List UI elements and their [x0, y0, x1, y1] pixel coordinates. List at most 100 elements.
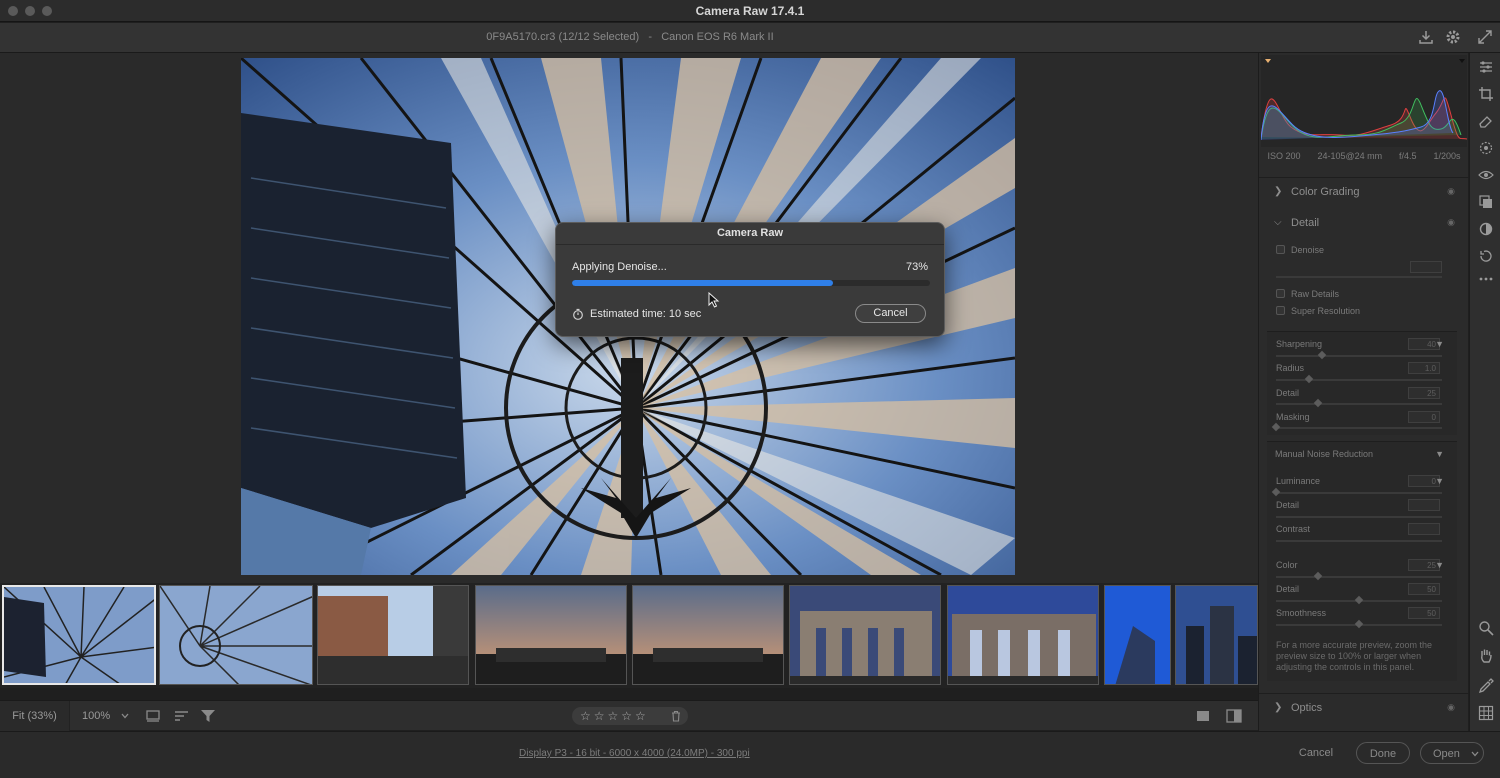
manual-nr-label: Manual Noise Reduction	[1275, 449, 1374, 459]
super-resolution-checkbox[interactable]	[1276, 306, 1285, 315]
save-icon[interactable]	[1419, 29, 1433, 45]
sharpening-slider[interactable]	[1276, 350, 1442, 360]
color-detail-slider[interactable]	[1276, 595, 1442, 605]
triangle-down-icon[interactable]: ▼	[1435, 476, 1444, 486]
progress-bar	[572, 280, 930, 286]
color-slider[interactable]	[1276, 571, 1442, 581]
gear-icon[interactable]	[1445, 29, 1461, 45]
denoise-progress-dialog: Camera Raw Applying Denoise... 73% Estim…	[555, 222, 945, 337]
smoothness-slider[interactable]	[1276, 619, 1442, 629]
visibility-eye-icon[interactable]: ◉	[1447, 186, 1455, 197]
snapshots-icon[interactable]	[1478, 248, 1494, 264]
presets-icon[interactable]	[1478, 221, 1494, 237]
view-bar: Fit (33%) 100% ☆☆☆☆☆	[0, 700, 1258, 731]
title-bar: Camera Raw 17.4.1	[0, 0, 1500, 22]
filmstrip-thumbnail[interactable]	[475, 585, 627, 685]
luminance-slider[interactable]	[1271, 487, 1442, 497]
zoom-fit-button[interactable]: Fit (33%)	[0, 701, 70, 731]
detail-hint-text: For a more accurate preview, zoom the pr…	[1276, 640, 1433, 672]
luminance-detail-slider[interactable]	[1276, 516, 1442, 518]
section-detail[interactable]: ⌵ Detail ◉	[1259, 209, 1469, 237]
grid-overlay-icon[interactable]	[1478, 705, 1494, 721]
visibility-eye-icon[interactable]: ◉	[1447, 217, 1455, 228]
denoise-checkbox[interactable]	[1276, 245, 1285, 254]
radius-value[interactable]: 1.0	[1408, 362, 1440, 374]
file-name: 0F9A5170.cr3 (12/12 Selected)	[486, 31, 640, 43]
masking-value[interactable]: 0	[1408, 411, 1440, 423]
red-eye-icon[interactable]	[1478, 140, 1494, 156]
done-button[interactable]: Done	[1356, 742, 1410, 764]
open-options-chevron-icon[interactable]	[1470, 749, 1480, 759]
luminance-contrast-label: Contrast	[1276, 524, 1311, 534]
dialog-cancel-button[interactable]: Cancel	[855, 304, 926, 323]
filmstrip-thumbnail[interactable]	[159, 585, 313, 685]
chevron-right-icon: ❯	[1274, 186, 1283, 197]
detail-value[interactable]: 25	[1408, 387, 1440, 399]
denoise-amount-field[interactable]	[1410, 261, 1442, 273]
chevron-right-icon: ❯	[1274, 702, 1283, 713]
histogram	[1261, 55, 1467, 147]
filter-icon[interactable]	[200, 708, 216, 724]
sort-icon[interactable]	[174, 709, 190, 723]
filmstrip-thumbnail[interactable]	[789, 585, 941, 685]
filmstrip-options-icon[interactable]	[146, 709, 162, 723]
smoothness-label: Smoothness	[1276, 608, 1327, 618]
luminance-contrast-slider[interactable]	[1276, 540, 1442, 542]
luminance-label: Luminance	[1276, 476, 1321, 486]
mouse-cursor-icon	[708, 292, 720, 308]
filmstrip-thumbnail[interactable]	[317, 585, 469, 685]
fullscreen-icon[interactable]	[1477, 29, 1493, 45]
cancel-button[interactable]: Cancel	[1288, 742, 1344, 764]
open-button-label: Open	[1433, 748, 1460, 760]
dialog-divider	[556, 244, 944, 245]
edit-sliders-icon[interactable]	[1478, 59, 1494, 75]
visibility-eye-icon[interactable]: ◉	[1447, 702, 1455, 713]
triangle-down-icon[interactable]: ▼	[1435, 449, 1444, 459]
filmstrip-thumbnail[interactable]	[632, 585, 784, 685]
more-options-icon[interactable]	[1478, 271, 1494, 287]
smoothness-value[interactable]: 50	[1408, 607, 1440, 619]
masking-slider[interactable]	[1271, 422, 1442, 432]
zoom-icon[interactable]	[1478, 620, 1494, 636]
timer-icon	[573, 308, 583, 320]
hand-icon[interactable]	[1478, 647, 1494, 663]
single-view-icon[interactable]	[1196, 709, 1210, 723]
chevron-down-icon[interactable]	[120, 711, 130, 721]
white-balance-eyedropper-icon[interactable]	[1478, 678, 1494, 694]
before-after-icon[interactable]	[1226, 709, 1242, 723]
detail-slider[interactable]	[1276, 398, 1442, 408]
color-detail-value[interactable]: 50	[1408, 583, 1440, 595]
luminance-contrast-value[interactable]	[1408, 523, 1440, 535]
trash-icon[interactable]	[670, 710, 682, 722]
section-color-grading[interactable]: ❯ Color Grading ◉	[1259, 177, 1469, 205]
color-detail-label: Detail	[1276, 584, 1300, 594]
denoise-slider[interactable]	[1276, 276, 1442, 278]
window-title: Camera Raw 17.4.1	[695, 4, 805, 18]
eye-icon[interactable]	[1478, 167, 1494, 183]
exif-aperture: f/4.5	[1399, 151, 1417, 161]
estimated-time: Estimated time: 10 sec	[590, 308, 702, 320]
filmstrip-thumbnail[interactable]	[1175, 585, 1258, 685]
radius-slider[interactable]	[1276, 374, 1442, 384]
triangle-down-icon[interactable]: ▼	[1435, 560, 1444, 570]
section-label: Optics	[1291, 702, 1323, 714]
luminance-detail-label: Detail	[1276, 500, 1300, 510]
crop-icon[interactable]	[1478, 86, 1494, 102]
filmstrip-thumbnail[interactable]	[2, 585, 156, 685]
section-optics[interactable]: ❯ Optics ◉	[1259, 693, 1469, 721]
exif-lens: 24-105@24 mm	[1317, 151, 1383, 161]
exif-iso: ISO 200	[1267, 151, 1301, 161]
filmstrip-thumbnail[interactable]	[947, 585, 1099, 685]
filmstrip-thumbnail[interactable]	[1104, 585, 1171, 685]
raw-details-label: Raw Details	[1291, 289, 1340, 299]
edit-panel: ISO 200 24-105@24 mm f/4.5 1/200s ❯ Colo…	[1258, 53, 1469, 731]
eraser-icon[interactable]	[1478, 113, 1494, 129]
raw-details-checkbox[interactable]	[1276, 289, 1285, 298]
luminance-detail-value[interactable]	[1408, 499, 1440, 511]
progress-message: Applying Denoise...	[572, 261, 667, 273]
exif-info: ISO 200 24-105@24 mm f/4.5 1/200s	[1259, 151, 1469, 165]
file-bar: 0F9A5170.cr3 (12/12 Selected) - Canon EO…	[0, 23, 1500, 53]
workflow-options-link[interactable]: Display P3 - 16 bit - 6000 x 4000 (24.0M…	[519, 748, 750, 759]
layers-icon[interactable]	[1478, 194, 1494, 210]
triangle-down-icon[interactable]: ▼	[1435, 339, 1444, 349]
